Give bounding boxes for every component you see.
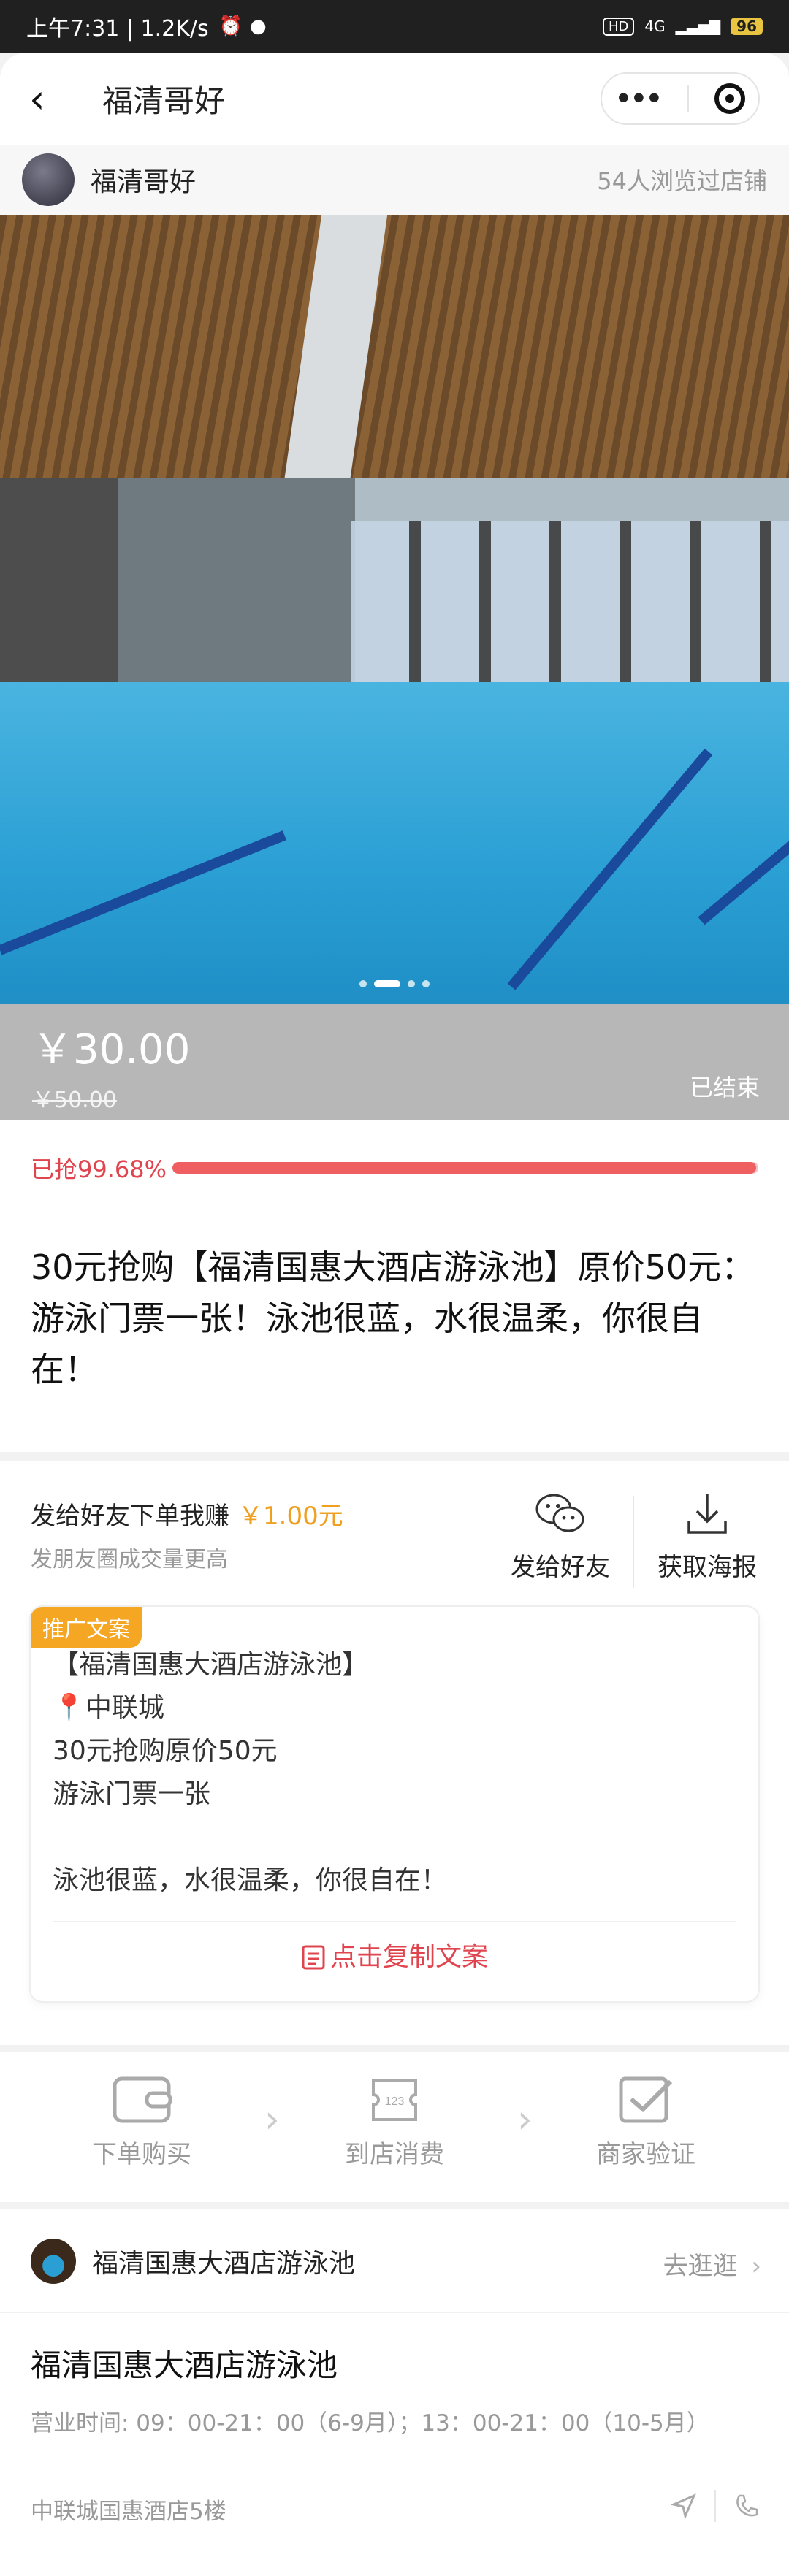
sold-progress: 已抢99.68% — [0, 1120, 789, 1215]
carousel-dot-active[interactable] — [374, 980, 400, 987]
share-divider — [633, 1496, 634, 1588]
close-program-icon[interactable] — [714, 83, 746, 114]
page-title: 福清哥好 — [102, 83, 226, 119]
promo-text: 【福清国惠大酒店游泳池】 📍中联城 30元抢购原价50元 游泳门票一张 泳池很蓝… — [53, 1650, 448, 1895]
flow-step-order: 下单购买 — [54, 2074, 229, 2170]
flow-step-verify: 商家验证 — [558, 2074, 733, 2170]
download-icon — [687, 1494, 727, 1534]
back-arrow-icon[interactable]: ‹ — [29, 76, 73, 122]
chevron-right-icon: › — [751, 2252, 761, 2281]
carousel-dot[interactable] — [408, 980, 415, 987]
signal-icon: ▂▃▅▇ — [675, 18, 721, 35]
product-image-carousel[interactable] — [0, 215, 789, 1004]
earn-text: 发给好友下单我赚 ￥1.00元 — [31, 1496, 343, 1532]
current-price: ￥30.00 — [32, 1026, 191, 1074]
flow-step-consume: 123 到店消费 — [307, 2074, 482, 2170]
shop-avatar — [22, 153, 75, 206]
network-label: 4G — [644, 18, 666, 35]
earn-subtitle: 发朋友圈成交量更高 — [31, 1547, 228, 1572]
phone-icon[interactable] — [733, 2493, 760, 2519]
get-poster-label: 获取海报 — [658, 1553, 757, 1582]
product-title: 30元抢购【福清国惠大酒店游泳池】原价50元：游泳门票一张！泳池很蓝，水很温柔，… — [0, 1215, 789, 1452]
hd-badge: HD — [602, 17, 635, 36]
svg-text:123: 123 — [385, 2095, 405, 2108]
nav-bar: ‹ 福清哥好 ••• — [0, 53, 789, 145]
alarm-icon: ⏰ — [218, 15, 243, 37]
mini-program-capsule: ••• — [601, 72, 760, 125]
earn-amount: ￥1.00元 — [238, 1502, 343, 1531]
store-header[interactable]: 福清国惠大酒店游泳池 — [31, 2239, 355, 2284]
more-options-icon[interactable]: ••• — [615, 84, 663, 114]
store-avatar — [31, 2239, 76, 2284]
clipboard-icon — [302, 1945, 325, 1970]
visit-store-link[interactable]: 去逛逛 › — [663, 2246, 761, 2282]
chevron-right-icon: › — [517, 2098, 533, 2141]
store-header-name: 福清国惠大酒店游泳池 — [92, 2249, 356, 2279]
carousel-dot[interactable] — [359, 980, 367, 987]
visit-store-label: 去逛逛 — [663, 2252, 738, 2281]
store-name: 福清国惠大酒店游泳池 — [31, 2347, 338, 2383]
shop-name: 福清哥好 — [91, 167, 197, 197]
chevron-right-icon: › — [264, 2098, 280, 2141]
send-friend-button[interactable]: 发给好友 — [498, 1491, 622, 1583]
flow-step-verify-label: 商家验证 — [596, 2140, 695, 2169]
earn-label: 发给好友下单我赚 — [31, 1502, 229, 1531]
price-bar: ￥30.00 ￥50.00 已结束 — [0, 1004, 789, 1120]
verify-check-icon — [619, 2076, 673, 2123]
store-action-divider — [714, 2490, 716, 2522]
copy-text-button[interactable]: 点击复制文案 — [31, 1935, 758, 1973]
business-hours: 营业时间: 09：00-21：00（6-9月）；13：00-21：00（10-5… — [31, 2410, 709, 2437]
flow-step-order-label: 下单购买 — [92, 2140, 191, 2169]
purchase-flow: 下单购买 › 123 到店消费 › 商家验证 — [0, 2052, 789, 2202]
carousel-dot[interactable] — [422, 980, 430, 987]
original-price: ￥50.00 — [32, 1088, 117, 1113]
share-card: 发给好友下单我赚 ￥1.00元 发朋友圈成交量更高 发给好友 获取海报 推广文案 … — [0, 1461, 789, 2045]
sold-progress-track — [172, 1162, 758, 1174]
capsule-divider — [687, 85, 689, 112]
battery-icon: 96 — [731, 18, 763, 35]
copy-text-label: 点击复制文案 — [329, 1942, 488, 1972]
sold-progress-fill — [172, 1162, 757, 1174]
navigate-icon[interactable] — [671, 2493, 697, 2519]
ticket-icon: 123 — [372, 2079, 417, 2121]
shop-view-count: 54人浏览过店铺 — [597, 167, 767, 195]
sold-progress-label: 已抢99.68% — [31, 1155, 167, 1183]
get-poster-button[interactable]: 获取海报 — [645, 1491, 769, 1583]
sale-status: 已结束 — [689, 1074, 760, 1101]
wechat-icon — [535, 1494, 584, 1532]
wallet-icon — [113, 2076, 172, 2123]
store-card: 福清国惠大酒店游泳池 去逛逛 › 福清国惠大酒店游泳池 营业时间: 09：00-… — [0, 2209, 789, 2576]
promo-divider — [53, 1921, 736, 1922]
send-friend-label: 发给好友 — [511, 1553, 610, 1582]
store-address: 中联城国惠酒店5楼 — [31, 2499, 226, 2525]
notification-dot-icon: ● — [250, 15, 267, 37]
promo-copy-box: 推广文案 【福清国惠大酒店游泳池】 📍中联城 30元抢购原价50元 游泳门票一张… — [31, 1607, 758, 2001]
carousel-indicators — [0, 980, 789, 987]
promo-tag: 推广文案 — [31, 1607, 142, 1648]
flow-step-consume-label: 到店消费 — [345, 2140, 444, 2169]
status-time: 上午7:31 | 1.2K/s — [26, 16, 209, 42]
store-divider — [0, 2312, 789, 2313]
status-bar: 上午7:31 | 1.2K/s ⏰ ● HD 4G ▂▃▅▇ 96 — [0, 0, 789, 53]
shop-info-bar[interactable]: 福清哥好 54人浏览过店铺 — [0, 145, 789, 215]
pool-photo-water — [0, 682, 789, 1004]
